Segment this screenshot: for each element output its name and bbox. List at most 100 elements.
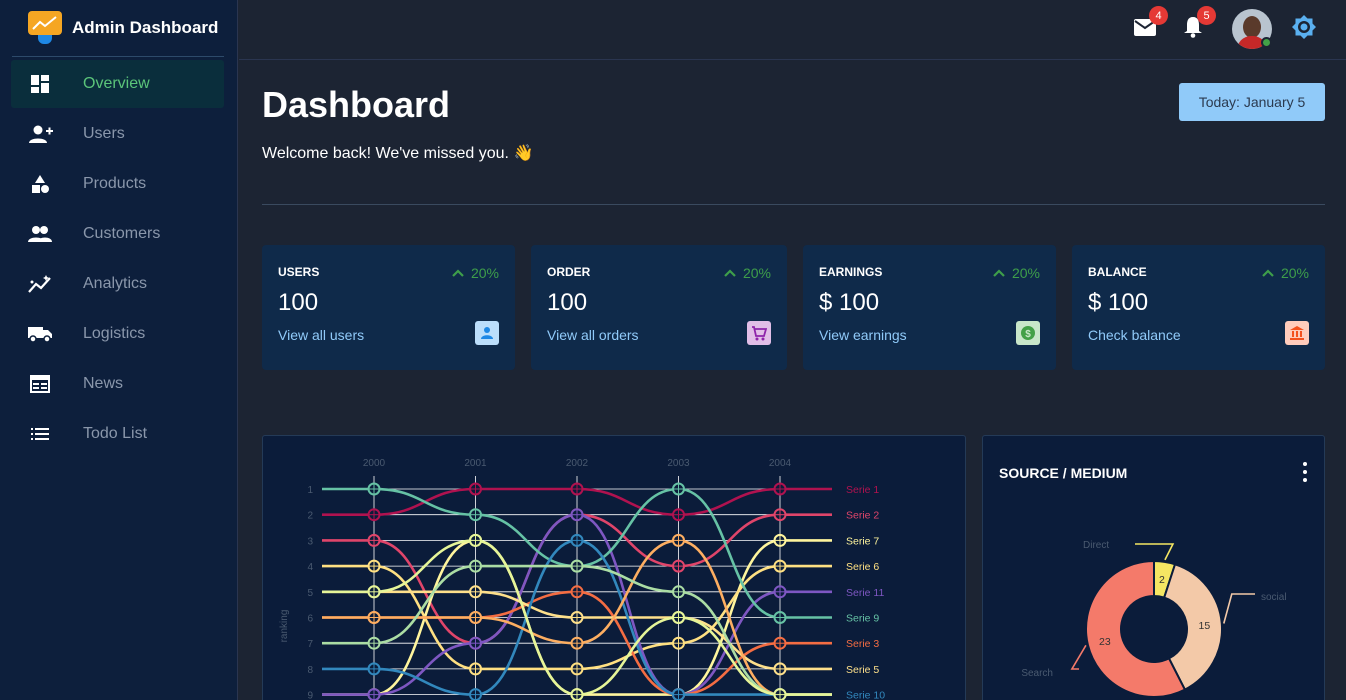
card-percentage-value: 20% [470, 265, 499, 281]
card-value: $ 100 [1088, 289, 1149, 316]
sidebar-item-news[interactable]: News [11, 360, 224, 408]
mail-badge: 4 [1149, 6, 1168, 25]
sidebar-item-label: Users [83, 125, 125, 142]
mail-button[interactable]: 4 [1132, 6, 1168, 40]
users-card: USERS 20% 100 View all users [262, 245, 515, 370]
bank-icon [1285, 321, 1309, 345]
y-tick-label: 6 [307, 614, 313, 625]
dashboard-icon [27, 74, 53, 94]
card-percentage: 20% [1261, 265, 1309, 281]
people-icon [27, 225, 53, 243]
sidebar-nav: Overview Users Products Customers Analyt… [11, 60, 224, 460]
series-label: Serie 10 [846, 690, 885, 700]
series-label: Serie 7 [846, 535, 879, 547]
welcome-message: Welcome back! We've missed you. 👋 [262, 145, 534, 162]
newspaper-icon [27, 375, 53, 393]
brand[interactable]: Admin Dashboard [28, 8, 218, 48]
today-date-button[interactable]: Today: January 5 [1179, 83, 1325, 121]
sidebar-item-label: Logistics [83, 325, 146, 342]
series-label: Serie 5 [846, 664, 879, 676]
page-title: Dashboard [262, 84, 451, 125]
x-tick-label: 2001 [464, 458, 487, 469]
sidebar-item-label: Todo List [83, 425, 148, 442]
cart-icon [747, 321, 771, 345]
sidebar-item-label: Analytics [83, 275, 148, 292]
svg-text:$: $ [1025, 329, 1031, 340]
card-percentage-value: 20% [742, 265, 771, 281]
card-title: BALANCE [1088, 265, 1147, 279]
slice-name-label: Search [1021, 668, 1053, 679]
card-percentage: 20% [992, 265, 1040, 281]
series-label: Serie 9 [846, 613, 879, 625]
series-label: Serie 3 [846, 638, 879, 650]
more-options-icon[interactable] [1300, 462, 1310, 482]
slice-value-label: 2 [1159, 574, 1165, 586]
chevron-up-icon [993, 269, 1005, 277]
chevron-up-icon [452, 269, 464, 277]
card-value: 100 [547, 289, 588, 316]
slice-leader-line [1223, 593, 1255, 624]
category-icon [27, 174, 53, 194]
card-percentage: 20% [451, 265, 499, 281]
ranking-chart-panel: 1 2 3 4 5 6 7 8 9 2000 2001 2002 2003 2004 ranking Seri… [262, 435, 966, 700]
card-title: ORDER [547, 265, 591, 279]
person-icon [475, 321, 499, 345]
person-add-icon [27, 124, 53, 144]
sidebar-item-label: Overview [83, 75, 150, 92]
ranking-bump-chart: 1 2 3 4 5 6 7 8 9 2000 2001 2002 2003 2004 ranking Seri… [279, 458, 885, 700]
sidebar-item-analytics[interactable]: Analytics [11, 260, 224, 308]
sidebar-item-label: Customers [83, 225, 161, 242]
series-label: Serie 6 [846, 561, 879, 573]
card-percentage-value: 20% [1011, 265, 1040, 281]
y-tick-label: 5 [307, 588, 313, 599]
y-tick-label: 4 [307, 562, 313, 573]
y-tick-label: 1 [307, 485, 313, 496]
x-tick-label: 2004 [769, 458, 792, 469]
slice-value-label: 23 [1099, 636, 1111, 648]
x-tick-label: 2003 [667, 458, 690, 469]
balance-card: BALANCE 20% $ 100 Check balance [1072, 245, 1325, 370]
dollar-icon: $ [1016, 321, 1040, 345]
chevron-up-icon [1262, 269, 1274, 277]
sidebar-item-label: Products [83, 175, 147, 192]
sidebar-item-label: News [83, 375, 124, 392]
sidebar-item-users[interactable]: Users [11, 110, 224, 158]
truck-icon [27, 325, 53, 343]
order-card: ORDER 20% 100 View all orders [531, 245, 787, 370]
series-label: Serie 2 [846, 510, 879, 522]
dashboard-logo-icon [28, 11, 62, 45]
sidebar-item-logistics[interactable]: Logistics [11, 310, 224, 358]
sidebar-item-customers[interactable]: Customers [11, 210, 224, 258]
notifications-button[interactable]: 5 [1180, 6, 1216, 40]
x-tick-label: 2002 [566, 458, 589, 469]
auto-graph-icon [27, 274, 53, 294]
series-label: Serie 1 [846, 484, 879, 496]
theme-toggle-button[interactable] [1291, 14, 1317, 40]
brand-title: Admin Dashboard [72, 18, 219, 37]
card-percentage-value: 20% [1280, 265, 1309, 281]
y-tick-label: 9 [307, 691, 313, 700]
series-label: Serie 11 [846, 587, 884, 599]
slice-leader-line [1135, 543, 1175, 561]
slice-name-label: social [1261, 592, 1287, 603]
check-balance-link[interactable]: Check balance [1088, 327, 1181, 343]
sidebar-item-todo-list[interactable]: Todo List [11, 410, 224, 458]
sidebar: Admin Dashboard Overview Users Products [0, 0, 238, 700]
chevron-up-icon [724, 269, 736, 277]
view-all-orders-link[interactable]: View all orders [547, 327, 639, 343]
sidebar-item-products[interactable]: Products [11, 160, 224, 208]
panel-title: SOURCE / MEDIUM [999, 465, 1128, 481]
card-title: EARNINGS [819, 265, 883, 279]
sidebar-item-overview[interactable]: Overview [11, 60, 224, 108]
view-earnings-link[interactable]: View earnings [819, 327, 907, 343]
slice-leader-line [1070, 644, 1087, 670]
source-medium-panel: SOURCE / MEDIUM 2 Direct 15 social 23 Search [982, 435, 1325, 700]
earnings-card: EARNINGS 20% $ 100 View earnings $ [803, 245, 1056, 370]
topbar: 4 5 [239, 0, 1346, 60]
x-tick-label: 2000 [363, 458, 386, 469]
view-all-users-link[interactable]: View all users [278, 327, 364, 343]
slice-name-label: Direct [1083, 540, 1109, 551]
card-percentage: 20% [723, 265, 771, 281]
y-tick-label: 2 [307, 511, 313, 522]
brightness-icon [1292, 15, 1316, 39]
